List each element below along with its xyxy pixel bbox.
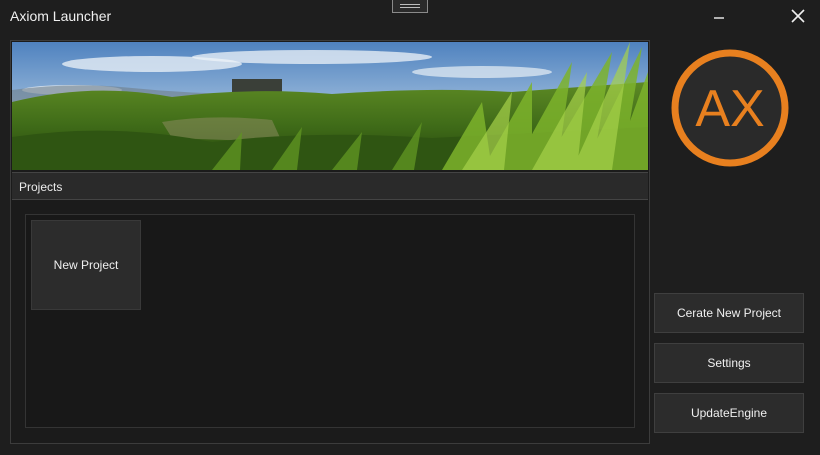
new-project-tile[interactable]: New Project	[31, 220, 141, 310]
settings-label: Settings	[707, 356, 751, 370]
projects-panel: Projects New Project	[10, 40, 650, 444]
close-icon	[791, 9, 805, 23]
drag-handle-icon[interactable]	[392, 0, 428, 13]
create-new-project-button[interactable]: Cerate New Project	[654, 293, 804, 333]
window-title: Axiom Launcher	[10, 8, 112, 24]
update-engine-button[interactable]: UpdateEngine	[654, 393, 804, 433]
settings-button[interactable]: Settings	[654, 343, 804, 383]
logo-text: AX	[695, 80, 764, 138]
projects-list: New Project	[25, 214, 635, 428]
banner-image	[12, 42, 648, 170]
title-bar[interactable]: Axiom Launcher	[0, 0, 820, 32]
new-project-label: New Project	[53, 258, 119, 272]
projects-header: Projects	[12, 172, 648, 200]
axiom-logo: AX	[670, 48, 790, 168]
minimize-icon	[714, 17, 724, 19]
update-engine-label: UpdateEngine	[690, 406, 768, 420]
projects-header-label: Projects	[19, 180, 63, 194]
create-new-project-label: Cerate New Project	[676, 306, 782, 320]
minimize-button[interactable]	[705, 4, 733, 28]
close-button[interactable]	[784, 4, 812, 28]
